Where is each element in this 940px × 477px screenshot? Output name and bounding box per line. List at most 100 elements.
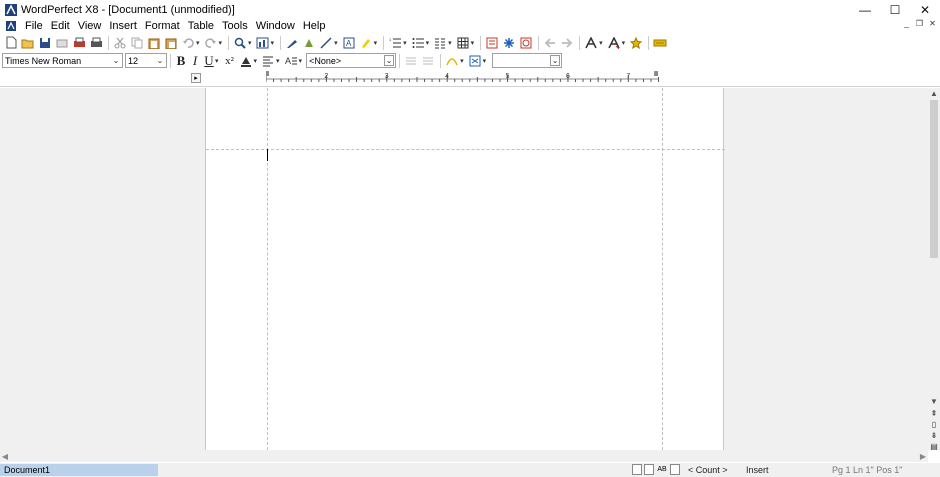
tab-set-button[interactable]: ▸	[191, 73, 201, 83]
text-box-icon[interactable]: A	[341, 35, 357, 51]
outline-demote-icon[interactable]	[420, 53, 436, 69]
copy-icon[interactable]	[129, 35, 145, 51]
favorites-star-icon[interactable]	[628, 35, 644, 51]
doc-close-button[interactable]: ✕	[927, 19, 938, 28]
line-icon[interactable]	[318, 35, 334, 51]
minimize-button[interactable]: —	[850, 0, 880, 19]
word-count[interactable]: < Count >	[688, 464, 728, 476]
font-name-select[interactable]: Times New Roman ⌄	[2, 53, 123, 68]
paste-special-icon[interactable]	[163, 35, 179, 51]
zoom-select[interactable]: ⌄	[492, 53, 563, 68]
cursor-position[interactable]: Pg 1 Ln 1" Pos 1"	[832, 464, 902, 476]
back-arrow-icon[interactable]	[542, 35, 558, 51]
vertical-scrollbar[interactable]: ▲ ▼ ⇞ ▯ ⇟ ▤	[928, 88, 940, 451]
format-painter-icon[interactable]	[467, 53, 483, 69]
menu-help[interactable]: Help	[299, 20, 330, 32]
table-icon[interactable]	[455, 35, 471, 51]
forward-arrow-icon[interactable]	[559, 35, 575, 51]
menu-file[interactable]: File	[21, 20, 47, 32]
quickwords-icon[interactable]	[444, 53, 460, 69]
document-workspace[interactable]	[0, 88, 928, 450]
scroll-up-arrow-icon[interactable]: ▲	[928, 88, 940, 98]
scroll-down-arrow-icon[interactable]: ▼	[928, 396, 940, 406]
doc-restore-button[interactable]: ❐	[914, 19, 925, 28]
bullets-icon[interactable]	[410, 35, 426, 51]
print-preview-icon[interactable]	[71, 35, 87, 51]
symbols-icon[interactable]	[501, 35, 517, 51]
scroll-left-arrow-icon[interactable]: ◀	[0, 450, 10, 462]
next-page-icon[interactable]: ⇟	[928, 430, 940, 440]
columns-icon[interactable]	[432, 35, 448, 51]
save-icon[interactable]	[37, 35, 53, 51]
grammar-dropdown-caret[interactable]: ▾	[622, 39, 626, 47]
font-size-select[interactable]: 12 ⌄	[125, 53, 167, 68]
numbering-icon[interactable]: 1	[387, 35, 403, 51]
superscript-button[interactable]: x²	[222, 55, 238, 67]
undo-icon[interactable]	[180, 35, 196, 51]
underline-dropdown-caret[interactable]: ▾	[215, 57, 219, 65]
document-menu-icon[interactable]	[5, 20, 17, 32]
reveal-codes-icon[interactable]	[652, 35, 668, 51]
menu-table[interactable]: Table	[184, 20, 218, 32]
format-painter-dropdown-caret[interactable]: ▾	[483, 57, 487, 65]
line-dropdown-caret[interactable]: ▾	[334, 39, 338, 47]
horizontal-ruler[interactable]: 2 3 4 5 6 7	[266, 70, 662, 86]
zoom-dropdown-caret[interactable]: ▾	[248, 39, 252, 47]
browse-icon[interactable]: ▤	[928, 441, 940, 451]
scroll-right-arrow-icon[interactable]: ▶	[918, 450, 928, 462]
maximize-button[interactable]: ☐	[880, 0, 910, 19]
bullets-dropdown-caret[interactable]: ▾	[426, 39, 430, 47]
justification-dropdown-caret[interactable]: ▾	[276, 57, 280, 65]
document-page[interactable]	[205, 88, 725, 450]
right-margin-marker[interactable]	[654, 71, 659, 77]
macro-icon[interactable]	[518, 35, 534, 51]
menu-view[interactable]: View	[74, 20, 106, 32]
printer-status-icon[interactable]	[670, 464, 680, 475]
shapes-icon[interactable]	[301, 35, 317, 51]
page-icon[interactable]: ▯	[928, 419, 940, 429]
grammar-icon[interactable]	[606, 35, 622, 51]
previous-page-icon[interactable]: ⇞	[928, 408, 940, 418]
spell-check-dropdown-caret[interactable]: ▾	[599, 39, 603, 47]
redo-icon[interactable]	[203, 35, 219, 51]
vertical-scroll-thumb[interactable]	[930, 100, 938, 258]
paste-icon[interactable]	[146, 35, 162, 51]
print-icon[interactable]	[88, 35, 104, 51]
italic-button[interactable]: I	[188, 53, 202, 69]
style-select[interactable]: <None> ⌄	[306, 53, 397, 68]
justification-icon[interactable]	[260, 53, 276, 69]
menu-window[interactable]: Window	[252, 20, 299, 32]
reveal-codes-status-icon[interactable]	[644, 464, 654, 475]
document-tab[interactable]: Document1	[0, 464, 158, 476]
cut-icon[interactable]	[112, 35, 128, 51]
columns-dropdown-caret[interactable]: ▾	[448, 39, 452, 47]
numbering-dropdown-caret[interactable]: ▾	[403, 39, 407, 47]
doc-minimize-button[interactable]: _	[901, 19, 912, 28]
close-document-icon[interactable]	[54, 35, 70, 51]
font-color-icon[interactable]	[238, 53, 254, 69]
spell-check-icon[interactable]	[583, 35, 599, 51]
line-spacing-icon[interactable]: A	[283, 53, 299, 69]
wordperfect-app-icon[interactable]	[5, 3, 17, 16]
draw-icon[interactable]	[284, 35, 300, 51]
menu-edit[interactable]: Edit	[47, 20, 74, 32]
table-dropdown-caret[interactable]: ▾	[471, 39, 475, 47]
chart-dropdown-caret[interactable]: ▾	[271, 39, 275, 47]
bold-button[interactable]: B	[174, 53, 188, 69]
menu-insert[interactable]: Insert	[105, 20, 141, 32]
open-folder-icon[interactable]	[20, 35, 36, 51]
insert-mode[interactable]: Insert	[746, 464, 769, 476]
close-button[interactable]: ✕	[910, 0, 940, 19]
redo-dropdown-caret[interactable]: ▾	[219, 39, 223, 47]
left-margin-marker[interactable]	[266, 71, 269, 77]
highlight-icon[interactable]	[358, 35, 374, 51]
font-color-dropdown-caret[interactable]: ▾	[254, 57, 258, 65]
menu-tools[interactable]: Tools	[218, 20, 252, 32]
outline-promote-icon[interactable]	[403, 53, 419, 69]
underline-button[interactable]: U	[202, 53, 216, 69]
document-status-icon[interactable]	[632, 464, 642, 475]
menu-format[interactable]: Format	[141, 20, 184, 32]
reference-icon[interactable]	[484, 35, 500, 51]
zoom-icon[interactable]	[232, 35, 248, 51]
highlight-dropdown-caret[interactable]: ▾	[374, 39, 378, 47]
